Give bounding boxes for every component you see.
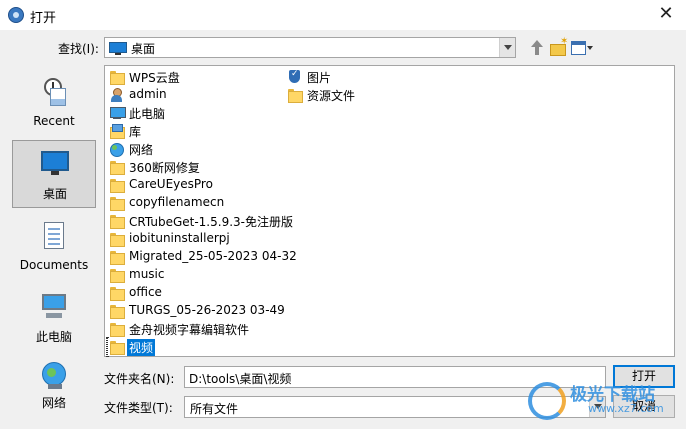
look-in-value: 桌面 xyxy=(131,42,156,56)
filename-label: 文件夹名(N): xyxy=(104,372,175,386)
folder-icon xyxy=(287,88,303,103)
item-label: 库 xyxy=(129,125,142,139)
folder-icon xyxy=(109,214,125,229)
folder-icon xyxy=(109,196,125,211)
item-label: 此电脑 xyxy=(129,107,166,121)
item-label: copyfilenamecn xyxy=(129,195,225,209)
place-label: Recent xyxy=(33,114,75,128)
user-icon xyxy=(109,88,125,102)
filetype-value: 所有文件 xyxy=(190,402,239,416)
place-recent[interactable]: Recent xyxy=(12,70,96,138)
desktop-icon xyxy=(41,149,69,177)
place-desktop[interactable]: 桌面 xyxy=(12,140,96,208)
recent-icon xyxy=(40,78,68,106)
folder-icon xyxy=(109,232,125,247)
item-label: office xyxy=(129,285,162,299)
place-label: 网络 xyxy=(41,396,66,410)
item-label: WPS云盘 xyxy=(129,71,180,85)
folder-icon xyxy=(109,322,125,337)
item-label: Migrated_25-05-2023 04-32 xyxy=(129,249,297,263)
place-documents[interactable]: Documents xyxy=(12,214,96,282)
close-button[interactable]: ✕ xyxy=(646,0,686,30)
folder-icon xyxy=(109,304,125,319)
file-list[interactable]: WPS云盘 admin 此电脑 库 网络 360断网修复 CareUEyesPr… xyxy=(104,65,675,357)
folder-icon xyxy=(109,268,125,283)
place-label: Documents xyxy=(19,258,89,272)
pictures-icon xyxy=(287,69,303,84)
library-icon xyxy=(109,124,125,139)
watermark-url: www.xz7.com xyxy=(588,402,664,415)
item-label: iobituninstallerpj xyxy=(129,231,230,245)
item-label: 图片 xyxy=(307,71,332,85)
filetype-label: 文件类型(T): xyxy=(104,401,173,415)
item-label: 资源文件 xyxy=(307,89,356,103)
item-label: 金舟视频字幕编辑软件 xyxy=(129,323,250,337)
item-label: admin xyxy=(129,87,167,101)
folder-icon xyxy=(109,286,125,301)
item-label: 视频 xyxy=(127,339,156,356)
title-bar: 打开 ✕ xyxy=(0,0,686,30)
folder-icon xyxy=(109,340,125,355)
place-label: 桌面 xyxy=(42,187,67,201)
item-label: music xyxy=(129,267,165,281)
computer-icon xyxy=(109,106,126,120)
folder-icon xyxy=(109,160,125,175)
folder-icon xyxy=(109,70,125,85)
folder-icon xyxy=(109,250,125,265)
app-icon xyxy=(8,7,24,23)
desktop-icon xyxy=(109,42,127,55)
network-icon xyxy=(40,362,68,390)
look-in-dropdown[interactable]: 桌面 xyxy=(104,37,516,58)
folder-icon xyxy=(109,178,125,193)
up-folder-icon[interactable] xyxy=(528,38,548,58)
look-in-label: 查找(I): xyxy=(58,42,99,56)
item-label: TURGS_05-26-2023 03-49 xyxy=(129,303,285,317)
new-folder-icon[interactable] xyxy=(549,36,569,58)
item-label: 360断网修复 xyxy=(129,161,200,175)
item-label: CareUEyesPro xyxy=(129,177,213,191)
this-pc-icon xyxy=(40,292,68,320)
window-title: 打开 xyxy=(30,11,57,26)
places-bar: Recent 桌面 Documents 此电脑 网络 xyxy=(8,68,100,421)
place-label: 此电脑 xyxy=(35,330,72,344)
place-this-pc[interactable]: 此电脑 xyxy=(12,284,96,352)
view-menu-icon[interactable] xyxy=(570,38,594,58)
watermark: 极光下载站 www.xz7.com xyxy=(528,380,678,426)
item-label: CRTubeGet-1.5.9.3-免注册版 xyxy=(129,215,293,229)
chevron-down-icon[interactable] xyxy=(499,38,515,57)
documents-icon xyxy=(40,222,68,250)
watermark-logo-icon xyxy=(528,382,566,420)
item-label: 网络 xyxy=(129,143,154,157)
network-icon xyxy=(109,142,125,157)
place-network[interactable]: 网络 xyxy=(12,354,96,422)
